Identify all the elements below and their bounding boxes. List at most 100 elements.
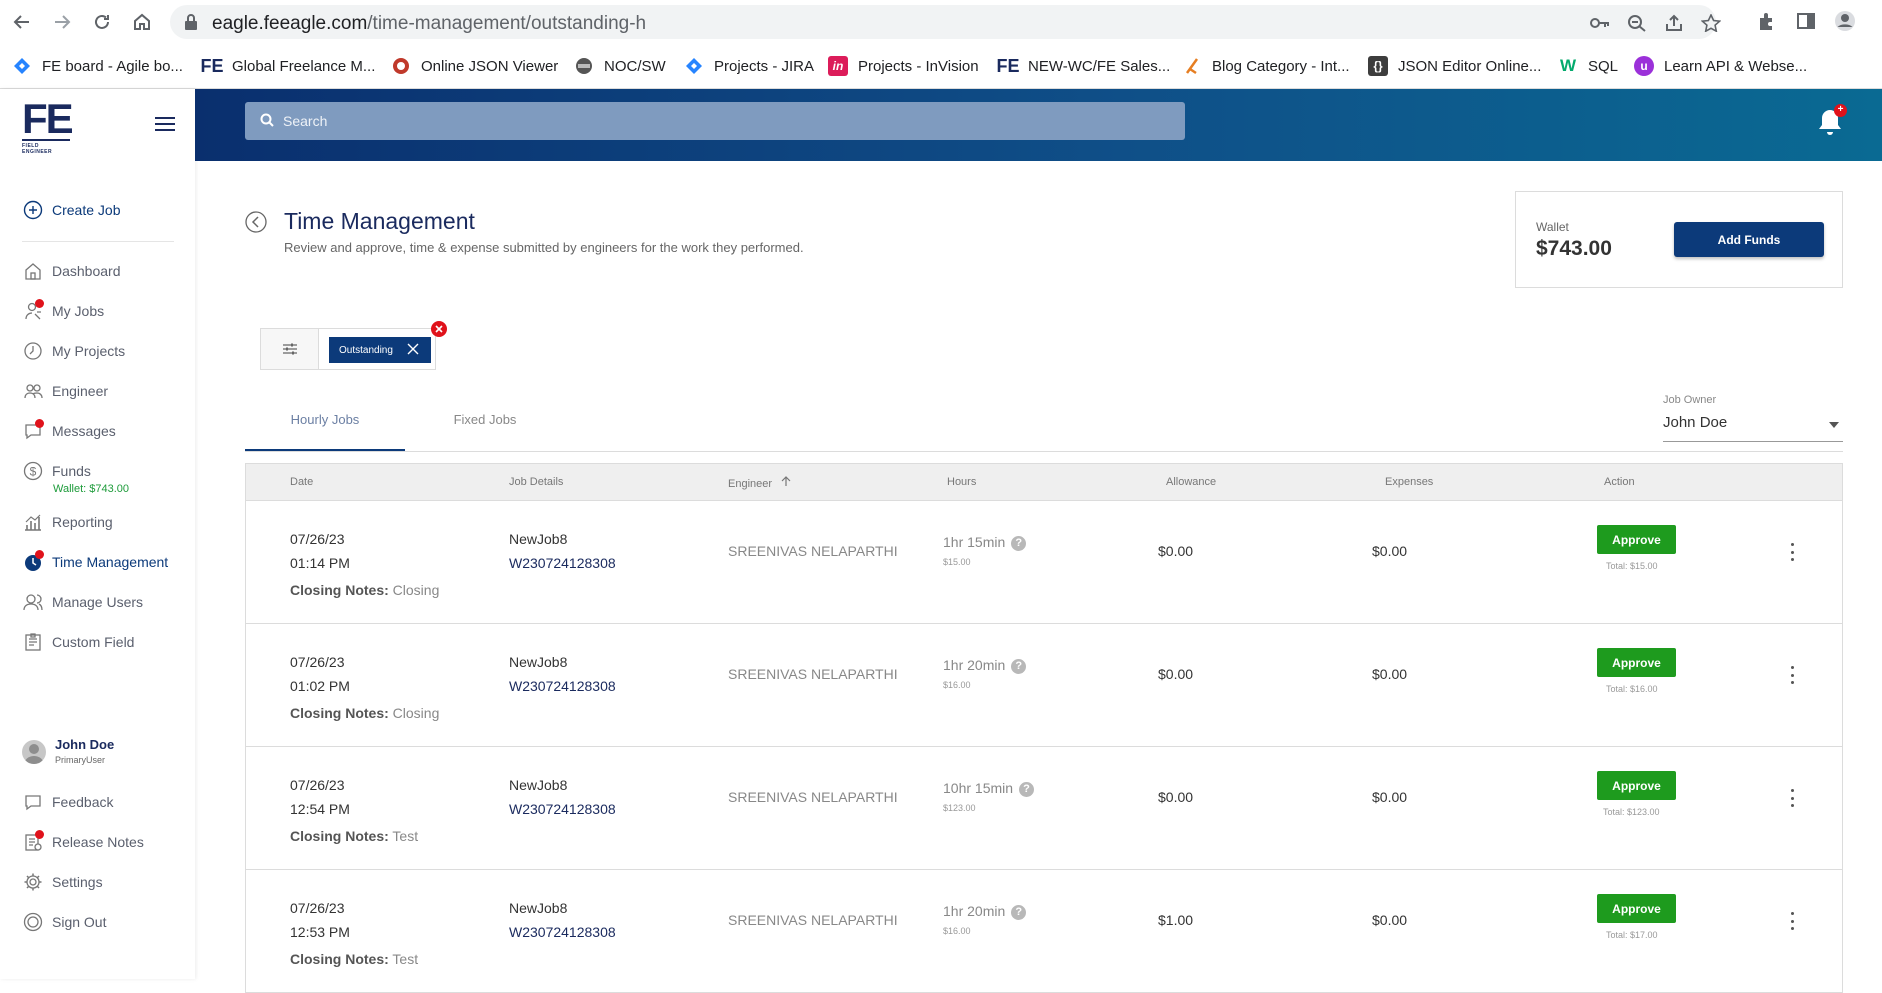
search-input[interactable] xyxy=(283,110,1163,132)
approve-button[interactable]: Approve xyxy=(1597,648,1676,677)
job-owner-select[interactable]: Job Owner John Doe xyxy=(1663,394,1843,442)
users-icon xyxy=(22,591,44,613)
filter-sliders-icon[interactable] xyxy=(261,329,319,369)
filter-chip-outstanding[interactable]: Outstanding xyxy=(329,337,431,363)
side-panel-icon[interactable] xyxy=(1795,10,1817,32)
key-icon[interactable] xyxy=(1590,14,1610,32)
sidebar-item-custom-field[interactable]: Custom Field xyxy=(22,629,134,655)
table-row: 07/26/23 12:54 PM Closing Notes: Test Ne… xyxy=(245,747,1843,870)
bookmark-sql[interactable]: W SQL xyxy=(1558,54,1618,78)
avatar[interactable] xyxy=(22,740,46,764)
sidebar-item-settings[interactable]: Settings xyxy=(22,869,103,895)
bookmark-global-freelance[interactable]: FE Global Freelance M... xyxy=(201,54,376,78)
column-header-engineer[interactable]: Engineer xyxy=(728,476,791,490)
page-title: Time Management xyxy=(284,208,475,234)
column-header-job-details: Job Details xyxy=(509,476,564,488)
closing-notes: Closing Notes: Test xyxy=(290,828,419,844)
sort-arrow-up-icon[interactable] xyxy=(781,476,791,490)
bookmark-projects-invision[interactable]: in Projects - InVision xyxy=(828,54,979,78)
address-bar[interactable]: eagle.feeagle.com/time-management/outsta… xyxy=(170,5,1722,39)
forward-arrow-icon[interactable] xyxy=(50,10,74,34)
user-name[interactable]: John Doe xyxy=(55,737,114,752)
profile-icon[interactable] xyxy=(1834,10,1856,32)
approve-button[interactable]: Approve xyxy=(1597,525,1676,554)
sidebar-item-manage-users[interactable]: Manage Users xyxy=(22,589,143,615)
back-circle-icon[interactable] xyxy=(245,211,267,233)
tab-hourly-jobs[interactable]: Hourly Jobs xyxy=(245,404,405,451)
bookmark-blog-category[interactable]: Blog Category - Int... xyxy=(1182,54,1350,78)
search-box[interactable] xyxy=(245,102,1185,140)
filter-bar: Outstanding xyxy=(260,328,436,370)
bookmark-fe-board[interactable]: FE board - Agile bo... xyxy=(12,54,183,78)
fe-logo[interactable]: FE FIELD ENGINEER xyxy=(22,98,74,155)
gear-icon xyxy=(22,871,44,893)
star-icon[interactable] xyxy=(1700,13,1722,33)
sidebar-item-reporting[interactable]: Reporting xyxy=(22,509,113,535)
more-vertical-icon[interactable] xyxy=(1788,543,1796,561)
hamburger-menu-icon[interactable] xyxy=(155,117,175,131)
clear-filters-icon[interactable] xyxy=(431,321,447,337)
notification-dot xyxy=(35,299,44,308)
sidebar-item-engineer[interactable]: Engineer xyxy=(22,378,108,404)
sidebar-item-my-jobs[interactable]: My Jobs xyxy=(22,298,104,324)
more-vertical-icon[interactable] xyxy=(1788,789,1796,807)
tab-fixed-jobs[interactable]: Fixed Jobs xyxy=(405,404,565,451)
column-header-expenses: Expenses xyxy=(1385,476,1434,488)
reporting-icon xyxy=(22,511,44,533)
sidebar-item-time-management[interactable]: Time Management xyxy=(22,549,168,575)
time-entries-table: Date Job Details Engineer Hours Allowanc… xyxy=(245,463,1843,993)
approve-button[interactable]: Approve xyxy=(1597,771,1676,800)
create-job-button[interactable]: Create Job xyxy=(22,197,120,223)
help-icon[interactable]: ? xyxy=(1011,904,1027,920)
wallet-amount: $743.00 xyxy=(1536,237,1612,260)
sidebar-item-release-notes[interactable]: Release Notes xyxy=(22,829,144,855)
notification-badge: + xyxy=(1834,104,1847,117)
w3schools-icon: W xyxy=(1559,56,1577,75)
bookmark-noc-sw[interactable]: NOC/SW xyxy=(574,54,666,78)
column-header-action: Action xyxy=(1604,476,1635,488)
bookmark-new-wc-fe-sales[interactable]: FE NEW-WC/FE Sales... xyxy=(997,54,1171,78)
wallet-label: Wallet xyxy=(1536,220,1569,234)
notification-bell-icon[interactable]: + xyxy=(1817,104,1847,139)
sidebar: FE FIELD ENGINEER Create Job Dashboard M… xyxy=(0,89,195,979)
approve-button[interactable]: Approve xyxy=(1597,894,1676,923)
reload-icon[interactable] xyxy=(90,10,114,34)
zoom-icon[interactable] xyxy=(1627,14,1647,32)
top-bar: + xyxy=(195,89,1882,161)
jira-diamond-icon xyxy=(684,56,704,76)
help-icon[interactable]: ? xyxy=(1011,658,1027,674)
back-arrow-icon[interactable] xyxy=(10,10,34,34)
close-icon[interactable] xyxy=(407,343,419,358)
sidebar-item-sign-out[interactable]: Sign Out xyxy=(22,909,106,935)
bookmark-learn-api[interactable]: u Learn API & Webse... xyxy=(1634,54,1807,78)
sidebar-item-dashboard[interactable]: Dashboard xyxy=(22,258,121,284)
home-browser-icon[interactable] xyxy=(130,10,154,34)
page-subtitle: Review and approve, time & expense submi… xyxy=(284,240,804,255)
job-id-link[interactable]: W230724128308 xyxy=(509,555,616,571)
extensions-icon[interactable] xyxy=(1756,10,1778,32)
add-funds-button[interactable]: Add Funds xyxy=(1674,222,1824,257)
job-id-link[interactable]: W230724128308 xyxy=(509,678,616,694)
more-vertical-icon[interactable] xyxy=(1788,666,1796,684)
help-icon[interactable]: ? xyxy=(1011,535,1027,551)
release-notes-icon xyxy=(22,830,44,853)
more-vertical-icon[interactable] xyxy=(1788,912,1796,930)
bookmark-json-viewer[interactable]: Online JSON Viewer xyxy=(391,54,558,78)
bookmark-json-editor[interactable]: {} JSON Editor Online... xyxy=(1368,54,1541,78)
jira-diamond-icon xyxy=(12,56,32,76)
bookmark-projects-jira[interactable]: Projects - JIRA xyxy=(684,54,814,78)
plus-circle-icon xyxy=(22,199,44,221)
closing-notes: Closing Notes: Closing xyxy=(290,705,440,721)
sidebar-item-funds[interactable]: $ Funds xyxy=(22,458,91,484)
sidebar-item-messages[interactable]: Messages xyxy=(22,418,116,444)
sidebar-item-my-projects[interactable]: My Projects xyxy=(22,338,125,364)
sidebar-wallet-balance: Wallet: $743.00 xyxy=(53,483,130,495)
job-id-link[interactable]: W230724128308 xyxy=(509,801,616,817)
sidebar-item-feedback[interactable]: Feedback xyxy=(22,789,113,815)
table-row: 07/26/23 01:14 PM Closing Notes: Closing… xyxy=(245,501,1843,624)
share-icon[interactable] xyxy=(1664,14,1684,32)
job-id-link[interactable]: W230724128308 xyxy=(509,924,616,940)
job-type-tabs: Hourly Jobs Fixed Jobs xyxy=(245,404,1843,452)
custom-field-icon xyxy=(22,631,44,653)
help-icon[interactable]: ? xyxy=(1019,781,1035,797)
